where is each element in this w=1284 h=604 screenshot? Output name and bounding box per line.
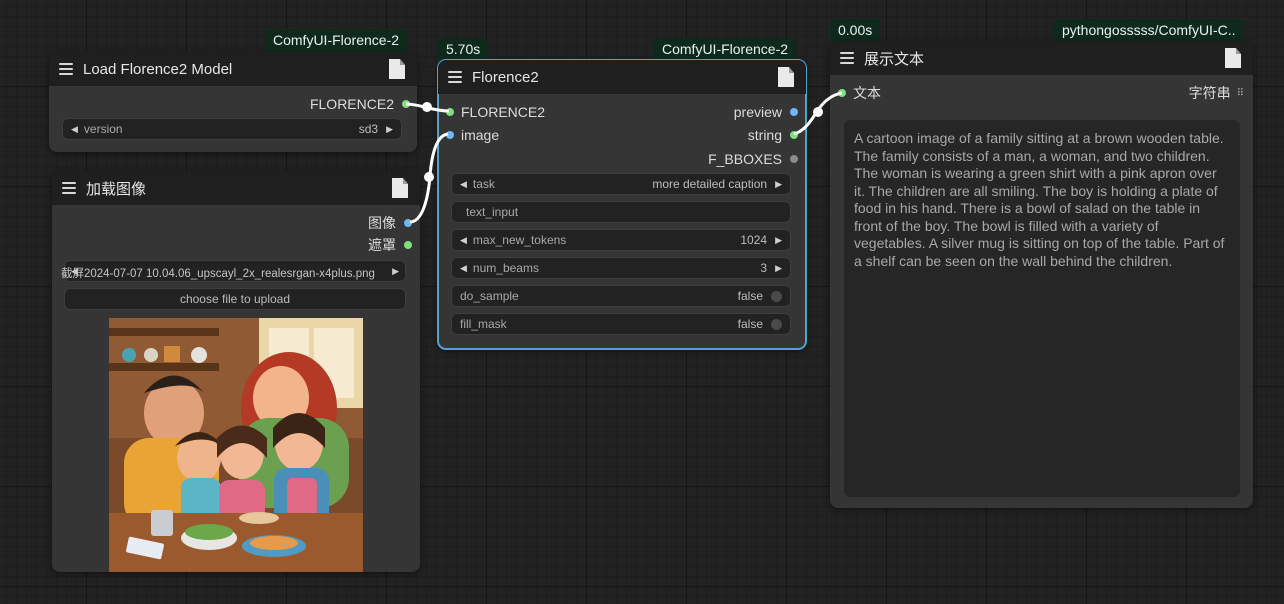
florence-package-badge: ComfyUI-Florence-2 [654, 38, 797, 61]
load-image-node[interactable]: 加载图像 图像 遮罩 ◀ 截屏2024-07-07 10.04.06_upsca… [52, 171, 420, 572]
type-label: 字符串 [1188, 85, 1231, 101]
grid-icon: ⠿ [1236, 87, 1244, 99]
wire-midpoint-dot [813, 107, 823, 117]
widget-label: task [472, 177, 495, 191]
document-icon[interactable] [392, 178, 408, 198]
widget-value: more detailed caption [652, 177, 768, 191]
output-dot-icon[interactable] [790, 155, 798, 163]
left-arrow-icon[interactable]: ◀ [71, 124, 78, 135]
do-sample-toggle[interactable]: do_sample false [451, 285, 791, 307]
input-dot-icon[interactable] [838, 89, 846, 97]
max-new-tokens-number[interactable]: ◀ max_new_tokens 1024 ▶ [451, 229, 791, 251]
menu-icon[interactable] [840, 52, 854, 64]
widget-label: num_beams [472, 261, 539, 275]
florence-timing-badge: 5.70s [438, 38, 489, 61]
text-output-area[interactable]: A cartoon image of a family sitting at a… [843, 119, 1241, 498]
text-input-field[interactable]: text_input [451, 201, 791, 223]
node-title: 加载图像 [86, 180, 147, 198]
num-beams-number[interactable]: ◀ num_beams 3 ▶ [451, 257, 791, 279]
input-slot-image[interactable]: image [446, 126, 499, 144]
node-header[interactable]: 加载图像 [52, 171, 420, 205]
slot-label: string [747, 127, 782, 143]
document-icon[interactable] [389, 59, 405, 79]
output-slot-mask[interactable]: 遮罩 [368, 236, 412, 254]
increment-arrow-icon[interactable]: ▶ [775, 263, 782, 274]
node-title: Florence2 [472, 68, 539, 86]
slot-label: 遮罩 [368, 237, 396, 253]
output-dot-icon[interactable] [790, 108, 798, 116]
input-type-indicator: 字符串 ⠿ [1188, 84, 1244, 102]
menu-icon[interactable] [62, 182, 76, 194]
widget-value: false [737, 289, 763, 303]
toggle-icon[interactable] [771, 290, 782, 302]
input-slot-text[interactable]: 文本 [838, 84, 881, 102]
right-arrow-icon[interactable]: ▶ [775, 179, 782, 190]
widget-value: 截屏2024-07-07 10.04.06_upscayl_2x_realesr… [61, 268, 375, 280]
input-dot-icon[interactable] [446, 131, 454, 139]
input-slot-florence2[interactable]: FLORENCE2 [446, 103, 545, 121]
fill-mask-toggle[interactable]: fill_mask false [451, 313, 791, 335]
output-slot-string[interactable]: string [748, 126, 798, 144]
family-illustration [109, 318, 363, 572]
right-arrow-icon[interactable]: ▶ [386, 124, 393, 135]
increment-arrow-icon[interactable]: ▶ [775, 235, 782, 246]
output-slot-preview[interactable]: preview [734, 103, 798, 121]
toggle-icon[interactable] [771, 318, 782, 330]
widget-label: do_sample [460, 289, 519, 303]
wire-midpoint-dot [424, 172, 434, 182]
slot-label: FLORENCE2 [461, 104, 546, 120]
task-combo[interactable]: ◀ task more detailed caption ▶ [451, 173, 791, 195]
image-preview [109, 318, 363, 572]
slot-label: 图像 [368, 215, 396, 231]
output-dot-icon[interactable] [404, 241, 412, 249]
load-florence2-model-node[interactable]: Load Florence2 Model FLORENCE2 ◀ version… [49, 52, 417, 152]
florence2-node[interactable]: Florence2 FLORENCE2 image preview string… [437, 59, 807, 350]
slot-label: FLORENCE2 [309, 96, 394, 112]
input-dot-icon[interactable] [446, 108, 454, 116]
widget-value: false [737, 317, 763, 331]
document-icon[interactable] [1225, 48, 1241, 68]
document-icon[interactable] [778, 67, 794, 87]
menu-icon[interactable] [59, 63, 73, 75]
output-dot-icon[interactable] [402, 100, 410, 108]
output-dot-icon[interactable] [404, 219, 412, 227]
decrement-arrow-icon[interactable]: ◀ [460, 235, 467, 246]
node-header[interactable]: 展示文本 [830, 41, 1253, 75]
node-title: Load Florence2 Model [83, 60, 233, 78]
slot-label: 文本 [853, 85, 881, 101]
show-text-timing-badge: 0.00s [830, 19, 881, 42]
node-header[interactable]: Florence2 [438, 60, 806, 94]
slot-label: F_BBOXES [708, 151, 782, 167]
slot-label: image [461, 127, 500, 143]
output-dot-icon[interactable] [790, 131, 798, 139]
node-header[interactable]: Load Florence2 Model [49, 52, 417, 86]
widget-value: 1024 [740, 233, 768, 247]
widget-label: max_new_tokens [472, 233, 567, 247]
widget-value: sd3 [358, 122, 379, 136]
node-title: 展示文本 [864, 50, 925, 68]
node-canvas[interactable]: ComfyUI-Florence-2 5.70s ComfyUI-Florenc… [0, 0, 1284, 604]
output-slot-image[interactable]: 图像 [368, 214, 412, 232]
wire-midpoint-dot [422, 102, 432, 112]
output-slot-f-bboxes[interactable]: F_BBOXES [708, 150, 798, 168]
left-arrow-icon[interactable]: ◀ [460, 179, 467, 190]
choose-file-upload-button[interactable]: choose file to upload [64, 288, 406, 310]
load-model-package-badge: ComfyUI-Florence-2 [265, 29, 408, 52]
version-combo[interactable]: ◀ version sd3 ▶ [62, 118, 402, 140]
show-text-node[interactable]: 展示文本 文本 字符串 ⠿ A cartoon image of a famil… [830, 41, 1253, 508]
decrement-arrow-icon[interactable]: ◀ [460, 263, 467, 274]
output-slot-florence2[interactable]: FLORENCE2 [310, 95, 410, 113]
input-placeholder: text_input [466, 205, 519, 219]
slot-label: preview [733, 104, 782, 120]
right-arrow-icon[interactable]: ▶ [392, 266, 399, 277]
menu-icon[interactable] [448, 71, 462, 83]
widget-value: 3 [760, 261, 768, 275]
show-text-package-badge: pythongosssss/ComfyUI-C.. [1054, 19, 1244, 42]
widget-label: version [83, 122, 123, 136]
widget-label: fill_mask [460, 317, 507, 331]
image-file-combo[interactable]: ◀ 截屏2024-07-07 10.04.06_upscayl_2x_reale… [61, 260, 406, 282]
